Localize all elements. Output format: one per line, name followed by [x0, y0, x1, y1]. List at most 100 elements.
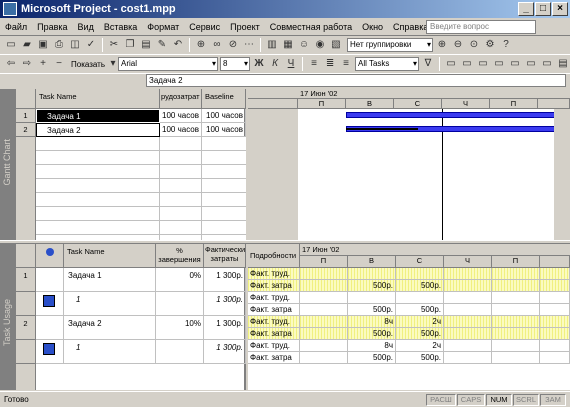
percent-complete-cell[interactable]: 10%	[156, 316, 204, 340]
undo-icon[interactable]: ↶	[171, 38, 185, 52]
menu-item[interactable]: Проект	[225, 22, 265, 32]
timephased-cell[interactable]	[540, 340, 570, 352]
timephased-cell[interactable]	[348, 268, 396, 280]
view-4-icon[interactable]: ▭	[492, 57, 506, 71]
gantt-bar-task-1[interactable]	[346, 112, 556, 118]
row-header[interactable]: 2	[16, 316, 36, 340]
column-header-indicators[interactable]	[36, 244, 64, 268]
timephased-cell[interactable]	[540, 304, 570, 316]
column-header-work[interactable]: рудозатрат	[160, 89, 202, 109]
timephased-cell[interactable]	[444, 340, 492, 352]
timephased-cell[interactable]	[300, 352, 348, 364]
row-header[interactable]: 2	[16, 123, 36, 137]
timephased-cell[interactable]	[300, 316, 348, 328]
timephased-cell[interactable]	[444, 280, 492, 292]
split-task-icon[interactable]: ⋯	[242, 38, 256, 52]
actual-cost-cell[interactable]: 1 300р.	[204, 292, 246, 316]
timephased-cell[interactable]	[540, 328, 570, 340]
timephased-cell[interactable]	[444, 328, 492, 340]
timephased-cell[interactable]	[444, 292, 492, 304]
timephased-cell[interactable]: 500р.	[396, 280, 444, 292]
hide-subtasks-icon[interactable]: −	[52, 57, 66, 71]
timephased-cell[interactable]	[492, 328, 540, 340]
view-3-icon[interactable]: ▭	[476, 57, 490, 71]
timephased-cell[interactable]: 500р.	[396, 328, 444, 340]
timephased-cell[interactable]: 500р.	[348, 328, 396, 340]
autofilter-icon[interactable]: ∇	[421, 57, 435, 71]
copy-icon[interactable]: ❐	[123, 38, 137, 52]
row-header[interactable]	[16, 340, 36, 364]
minimize-button[interactable]: _	[518, 2, 534, 16]
view-7-icon[interactable]: ▭	[540, 57, 554, 71]
timephased-cell[interactable]	[540, 316, 570, 328]
timephased-cell[interactable]	[300, 304, 348, 316]
row-header[interactable]	[16, 292, 36, 316]
timephased-cell[interactable]	[444, 316, 492, 328]
timephased-cell[interactable]	[540, 352, 570, 364]
timephased-cell[interactable]	[444, 304, 492, 316]
indent-icon[interactable]: ⇨	[20, 57, 34, 71]
close-button[interactable]: ×	[552, 2, 568, 16]
percent-complete-cell[interactable]	[156, 340, 204, 364]
timephased-cell[interactable]: 500р.	[348, 280, 396, 292]
timephased-cell[interactable]	[348, 292, 396, 304]
grouping-select[interactable]: Нет группировки	[347, 38, 433, 52]
percent-complete-cell[interactable]	[156, 292, 204, 316]
work-cell[interactable]: 100 часов	[160, 109, 202, 123]
timephased-cell[interactable]: 500р.	[396, 352, 444, 364]
menu-item[interactable]: Совместная работа	[265, 22, 357, 32]
column-header-actual-cost[interactable]: Фактические затраты	[204, 244, 246, 268]
view-5-icon[interactable]: ▭	[508, 57, 522, 71]
timephased-cell[interactable]	[300, 280, 348, 292]
link-tasks-icon[interactable]: ∞	[210, 38, 224, 52]
timephased-cell[interactable]	[492, 352, 540, 364]
timephased-cell[interactable]	[300, 292, 348, 304]
timephased-cell[interactable]: 2ч	[396, 340, 444, 352]
menu-item[interactable]: Формат	[142, 22, 184, 32]
task-name-cell[interactable]: 1	[64, 292, 156, 316]
paste-icon[interactable]: ▤	[139, 38, 153, 52]
view-8-icon[interactable]: ▤	[556, 57, 570, 71]
show-menu[interactable]: Показать	[68, 60, 108, 69]
column-header-percent-complete[interactable]: % завершения	[156, 244, 204, 268]
timephased-cell[interactable]: 8ч	[348, 340, 396, 352]
column-header-task-name[interactable]: Task Name	[36, 89, 160, 109]
menu-item[interactable]: Правка	[32, 22, 72, 32]
task-name-cell[interactable]: Задача 2	[36, 123, 160, 137]
timephased-cell[interactable]: 2ч	[396, 316, 444, 328]
timephased-cell[interactable]	[492, 316, 540, 328]
task-info-icon[interactable]: ▥	[265, 38, 279, 52]
task-name-cell[interactable]: 1	[64, 340, 156, 364]
timephased-cell[interactable]	[396, 292, 444, 304]
zoom-out-icon[interactable]: ⊖	[451, 38, 465, 52]
show-subtasks-icon[interactable]: +	[36, 57, 50, 71]
timephased-cell[interactable]	[492, 304, 540, 316]
timephased-cell[interactable]	[492, 280, 540, 292]
chevron-down-icon[interactable]: ▾	[110, 57, 116, 71]
work-cell[interactable]: 100 часов	[160, 123, 202, 137]
open-icon[interactable]: ▰	[20, 38, 34, 52]
align-right-icon[interactable]: ≡	[339, 57, 353, 71]
font-size-select[interactable]: 8	[220, 57, 251, 71]
row-header[interactable]: 1	[16, 268, 36, 292]
select-all-corner[interactable]	[16, 244, 36, 268]
timephased-cell[interactable]	[540, 280, 570, 292]
view-6-icon[interactable]: ▭	[524, 57, 538, 71]
details-header[interactable]: Подробности	[248, 244, 300, 268]
row-header[interactable]: 1	[16, 109, 36, 123]
assign-resources-icon[interactable]: ☺	[297, 38, 311, 52]
italic-button[interactable]: К	[268, 57, 282, 71]
column-header-baseline[interactable]: Baseline	[202, 89, 246, 109]
align-center-icon[interactable]: ≣	[323, 57, 337, 71]
view-1-icon[interactable]: ▭	[444, 57, 458, 71]
actual-cost-cell[interactable]: 1 300р.	[204, 340, 246, 364]
zoom-in-icon[interactable]: ⊕	[435, 38, 449, 52]
menu-item[interactable]: Файл	[0, 22, 32, 32]
view-2-icon[interactable]: ▭	[460, 57, 474, 71]
timephased-cell[interactable]	[300, 328, 348, 340]
timephased-cell[interactable]	[540, 268, 570, 280]
align-left-icon[interactable]: ≡	[307, 57, 321, 71]
underline-button[interactable]: Ч	[284, 57, 298, 71]
publish-icon[interactable]: ◉	[313, 38, 327, 52]
bold-button[interactable]: Ж	[252, 57, 266, 71]
